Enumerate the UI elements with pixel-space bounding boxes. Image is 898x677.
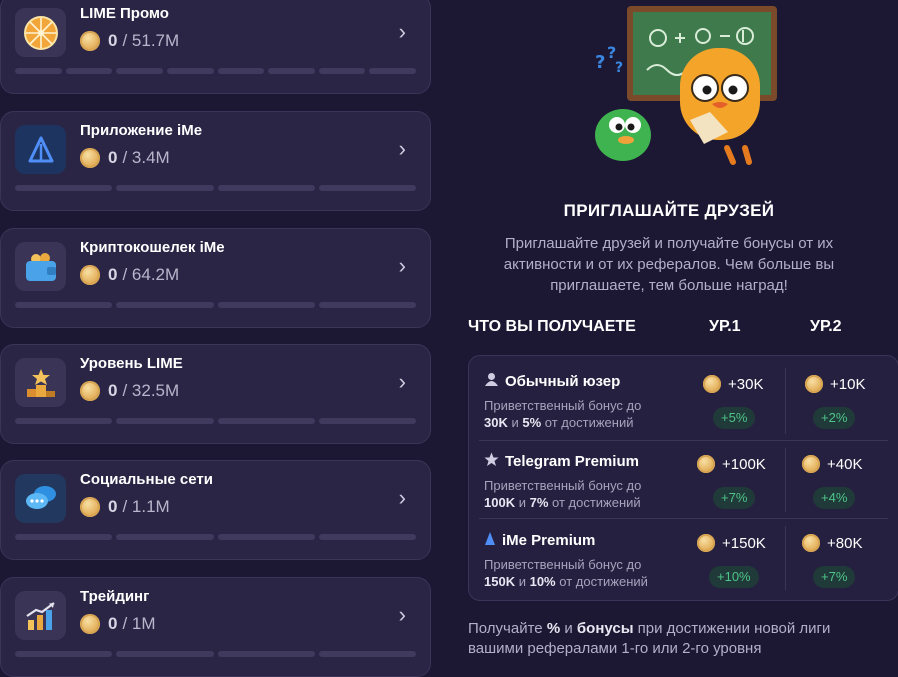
star-icon [484, 452, 499, 470]
progress-total: / 3.4M [122, 148, 170, 167]
task-progress: 0 / 32.5M [80, 381, 179, 401]
coin-icon [703, 375, 721, 393]
progress-current: 0 [108, 497, 118, 516]
level-2-percent-badge: +7% [813, 566, 856, 588]
task-card-lime-level[interactable]: Уровень LIME 0 / 32.5M › [0, 344, 431, 444]
task-title: Криптокошелек iMe [80, 239, 225, 256]
chevron-right-icon: › [398, 253, 406, 278]
tier-row-ime-premium: iMe Premium Приветственный бонус до 150K… [469, 517, 898, 595]
progress-segments [15, 534, 416, 540]
progress-segments [15, 68, 416, 74]
tier-name: Telegram Premium [484, 452, 639, 470]
invite-panel: ? ? ? ПРИГЛАШАЙТЕ ДРУЗЕЙ Приглашайте дру… [440, 0, 898, 666]
coin-icon [80, 31, 100, 51]
task-card-ime-app[interactable]: Приложение iMe 0 / 3.4M › [0, 111, 431, 211]
level-1-percent-badge: +5% [713, 407, 756, 429]
rewards-header: ЧТО ВЫ ПОЛУЧАЕТЕ [468, 318, 636, 335]
progress-segments [15, 302, 416, 308]
coin-icon [80, 497, 100, 517]
level-1-bonus: +100K [697, 455, 766, 473]
task-list: LIME Промо 0 / 51.7M › Приложение iMe 0 … [0, 0, 440, 677]
tier-description: Приветственный бонус до 30K и 5% от дост… [484, 398, 642, 430]
level-2-header: УР.2 [810, 318, 842, 335]
tier-row-regular: Обычный юзер Приветственный бонус до 30K… [469, 358, 898, 436]
rewards-table: Обычный юзер Приветственный бонус до 30K… [468, 355, 898, 601]
tier-description: Приветственный бонус до 100K и 7% от дос… [484, 478, 642, 510]
wallet-icon [15, 242, 66, 291]
progress-total: / 51.7M [122, 31, 180, 50]
level-2-bonus: +80K [802, 534, 862, 552]
task-card-crypto-wallet[interactable]: Криптокошелек iMe 0 / 64.2M › [0, 228, 431, 328]
tier-row-telegram-premium: Telegram Premium Приветственный бонус до… [469, 438, 898, 516]
invite-title: ПРИГЛАШАЙТЕ ДРУЗЕЙ [563, 201, 775, 220]
wheel-icon [15, 8, 66, 57]
svg-text:?: ? [595, 52, 605, 73]
chevron-right-icon: › [398, 19, 406, 44]
level-1-percent-badge: +7% [713, 487, 756, 509]
progress-current: 0 [108, 265, 118, 284]
task-title: Приложение iMe [80, 122, 203, 139]
task-progress: 0 / 51.7M [80, 31, 179, 51]
level-1-bonus: +150K [697, 534, 766, 552]
level-2-percent-badge: +4% [813, 487, 856, 509]
task-progress: 0 / 1.1M [80, 497, 170, 517]
task-progress: 0 / 64.2M [80, 265, 179, 285]
ime-app-icon [15, 125, 66, 174]
invite-description: Приглашайте друзей и получайте бонусы от… [503, 235, 835, 294]
footer-note: Получайте % и бонусы при достижении ново… [468, 620, 831, 657]
chevron-right-icon: › [398, 369, 406, 394]
mascot-teacher-illustration: ? ? ? [595, 6, 777, 165]
ime-premium-icon [484, 531, 496, 549]
progress-current: 0 [108, 148, 118, 167]
chevron-right-icon: › [398, 136, 406, 161]
coin-icon [802, 534, 820, 552]
task-title: Социальные сети [80, 471, 213, 488]
level-2-bonus: +40K [802, 455, 862, 473]
tier-name: Обычный юзер [484, 372, 620, 390]
chat-bubbles-icon [15, 474, 66, 523]
progress-total: / 1.1M [122, 497, 170, 516]
task-card-lime-promo[interactable]: LIME Промо 0 / 51.7M › [0, 0, 431, 94]
level-1-percent-badge: +10% [709, 566, 759, 588]
coin-icon [697, 534, 715, 552]
coin-icon [80, 381, 100, 401]
coin-icon [80, 265, 100, 285]
coin-icon [802, 455, 820, 473]
podium-icon [15, 358, 66, 407]
task-title: LIME Промо [80, 5, 169, 22]
coin-icon [80, 148, 100, 168]
progress-total: / 32.5M [122, 381, 180, 400]
progress-current: 0 [108, 31, 118, 50]
progress-current: 0 [108, 614, 118, 633]
coin-icon [80, 614, 100, 634]
progress-total: / 64.2M [122, 265, 180, 284]
svg-text:?: ? [615, 60, 623, 76]
user-icon [484, 372, 499, 390]
tier-description: Приветственный бонус до 150K и 10% от до… [484, 557, 648, 589]
level-2-percent-badge: +2% [813, 407, 856, 429]
progress-total: / 1M [122, 614, 156, 633]
level-2-bonus: +10K [805, 375, 865, 393]
task-progress: 0 / 1M [80, 614, 156, 634]
task-card-trading[interactable]: Трейдинг 0 / 1M › [0, 577, 431, 677]
progress-current: 0 [108, 381, 118, 400]
level-1-bonus: +30K [703, 375, 763, 393]
task-progress: 0 / 3.4M [80, 148, 170, 168]
level-1-header: УР.1 [709, 318, 741, 335]
chevron-right-icon: › [398, 602, 406, 627]
progress-segments [15, 185, 416, 191]
trading-chart-icon [15, 591, 66, 640]
task-title: Уровень LIME [80, 355, 183, 372]
tier-name: iMe Premium [484, 531, 595, 549]
progress-segments [15, 418, 416, 424]
progress-segments [15, 651, 416, 657]
coin-icon [805, 375, 823, 393]
task-title: Трейдинг [80, 588, 150, 605]
task-card-social[interactable]: Социальные сети 0 / 1.1M › [0, 460, 431, 560]
coin-icon [697, 455, 715, 473]
chevron-right-icon: › [398, 485, 406, 510]
